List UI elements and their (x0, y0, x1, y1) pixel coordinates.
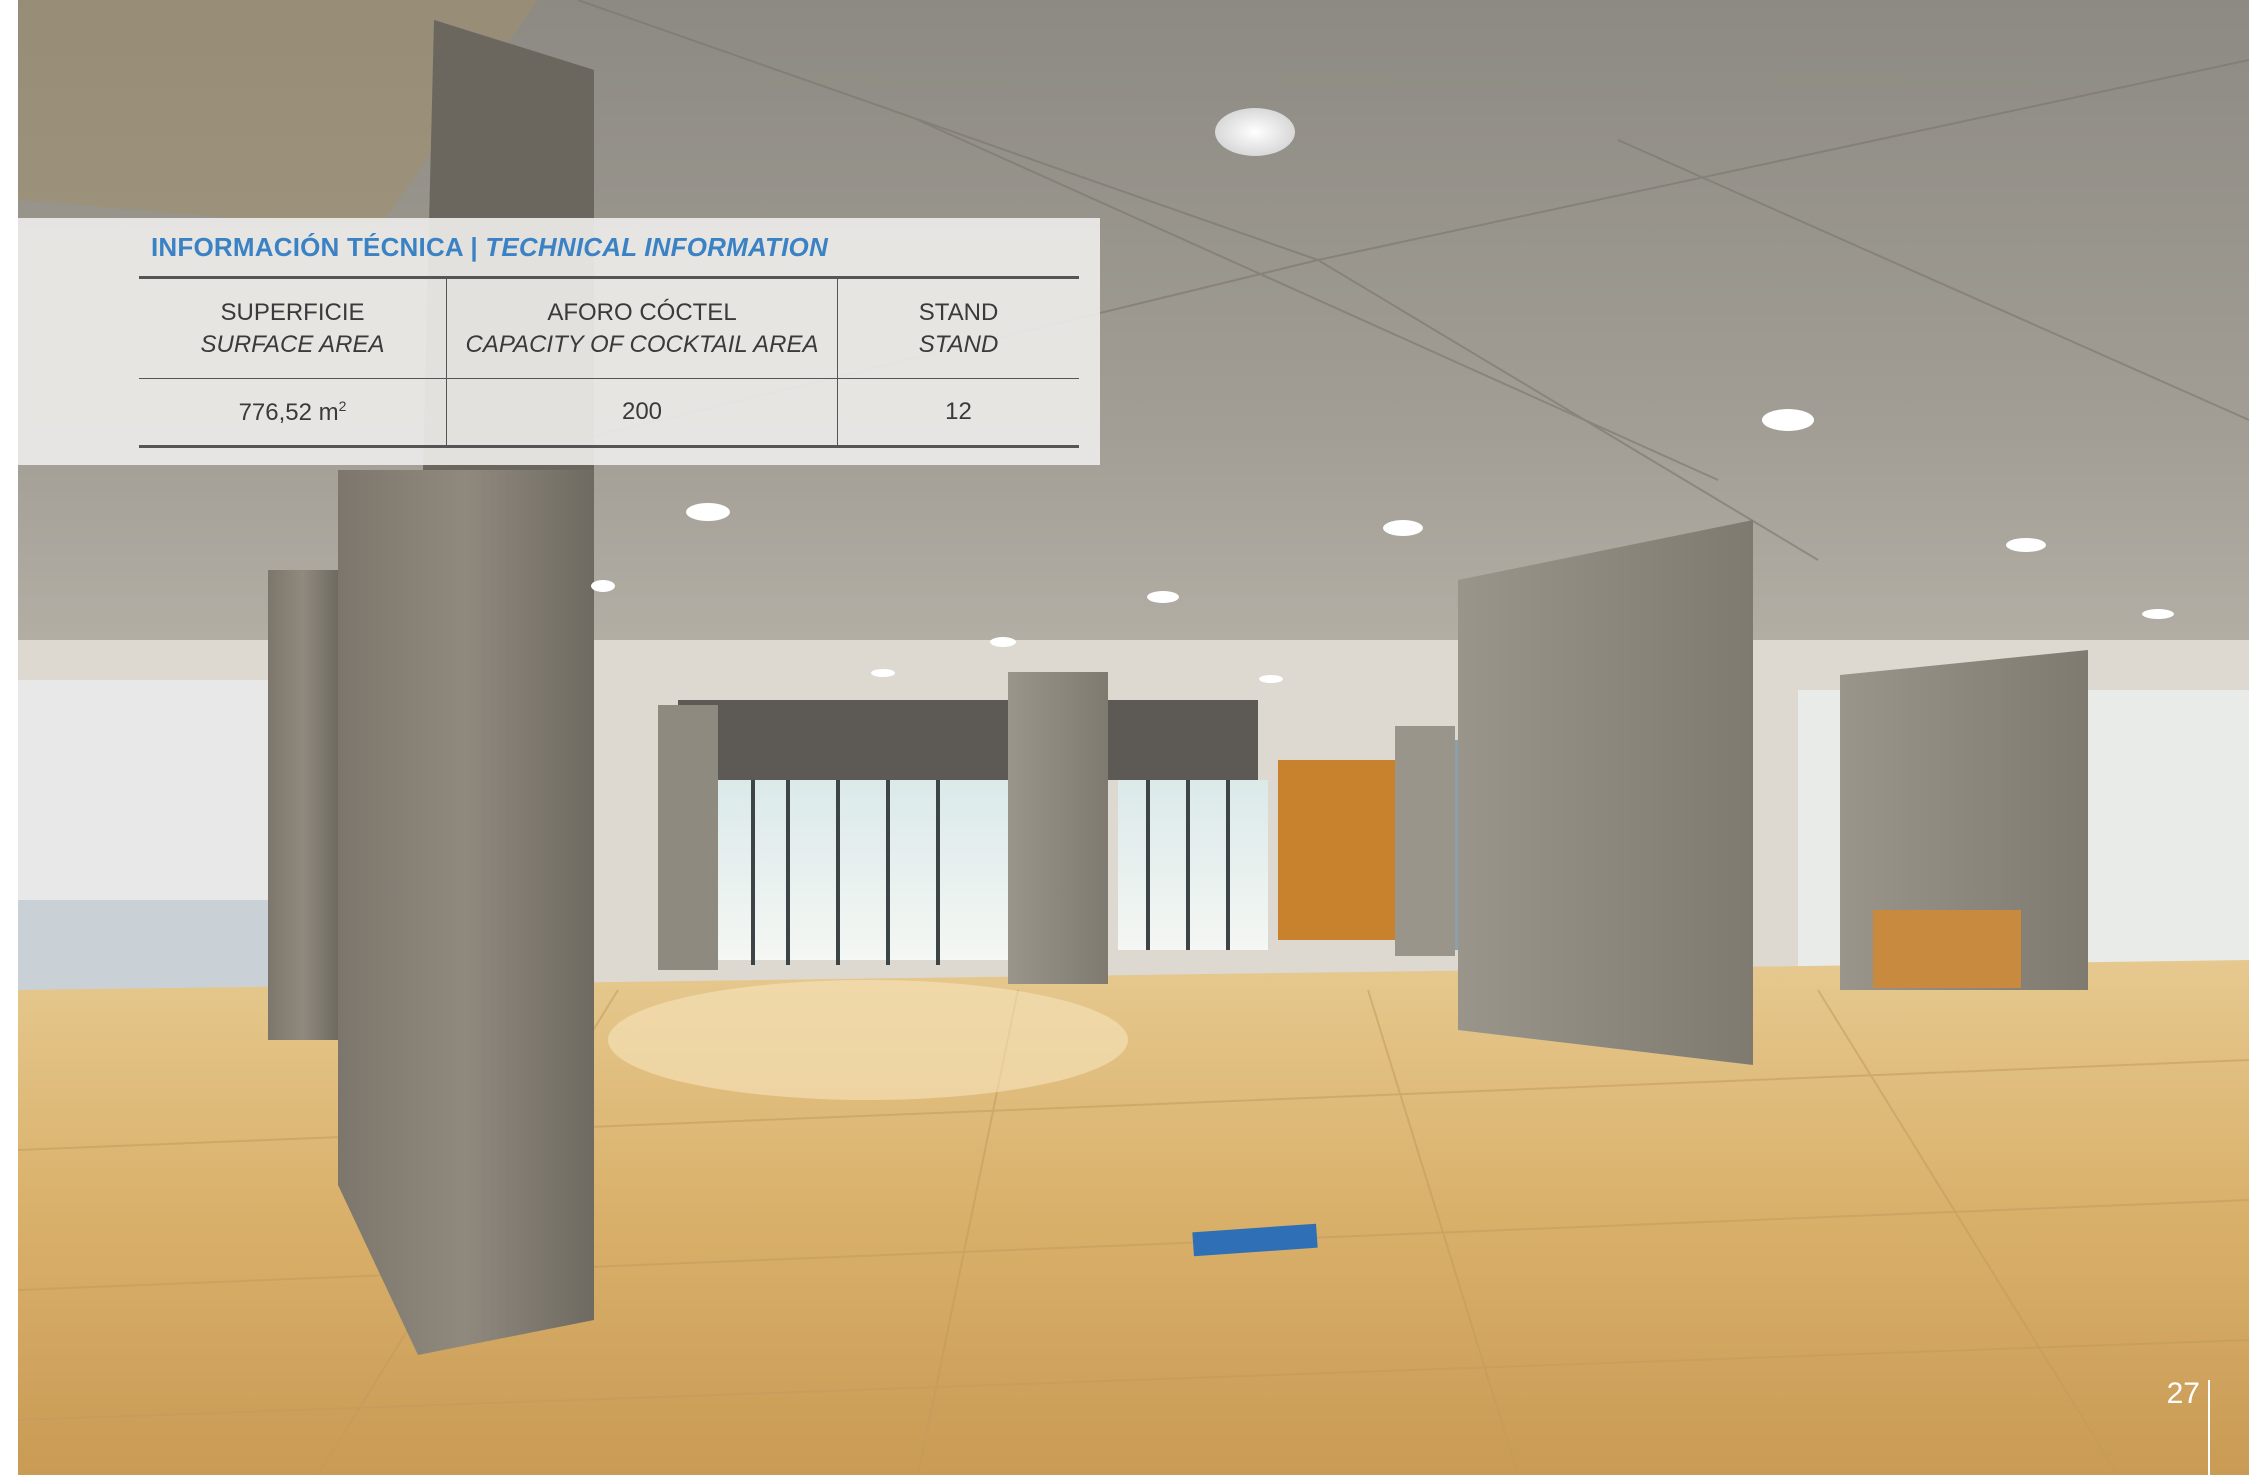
header-stand-en: STAND (918, 330, 999, 358)
technical-info-title: INFORMACIÓN TÉCNICA | TECHNICAL INFORMAT… (151, 232, 828, 263)
header-surface: SUPERFICIE SURFACE AREA (139, 276, 447, 379)
header-stand-es: STAND (918, 298, 999, 326)
header-cocktail-es: AFORO CÓCTEL (547, 298, 737, 326)
value-stand: 12 (837, 378, 1079, 448)
title-english: TECHNICAL INFORMATION (485, 232, 828, 262)
header-stand: STAND STAND (837, 276, 1079, 379)
value-surface-text: 776,52 m (238, 398, 339, 426)
header-surface-en: SURFACE AREA (200, 330, 385, 358)
value-surface-unit-sup: 2 (338, 397, 347, 414)
header-cocktail: AFORO CÓCTEL CAPACITY OF COCKTAIL AREA (446, 276, 838, 379)
value-surface: 776,52 m2 (139, 378, 447, 448)
table-header-row: SUPERFICIE SURFACE AREA AFORO CÓCTEL CAP… (139, 276, 1079, 379)
title-spanish: INFORMACIÓN TÉCNICA | (151, 232, 478, 262)
page-number: 27 (2166, 1377, 2200, 1410)
technical-info-table: SUPERFICIE SURFACE AREA AFORO CÓCTEL CAP… (139, 276, 1079, 448)
header-surface-es: SUPERFICIE (220, 298, 365, 326)
header-cocktail-en: CAPACITY OF COCKTAIL AREA (465, 330, 819, 358)
table-row: 776,52 m2 200 12 (139, 378, 1079, 448)
page-number-rule (2208, 1380, 2210, 1475)
value-cocktail: 200 (446, 378, 838, 448)
technical-info-panel: INFORMACIÓN TÉCNICA | TECHNICAL INFORMAT… (18, 218, 1100, 465)
